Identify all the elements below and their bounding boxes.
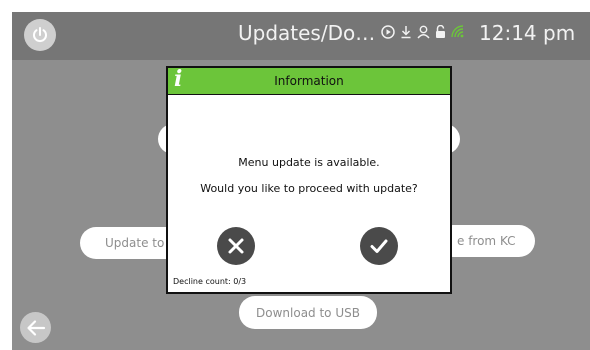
checkmark-icon <box>370 239 388 253</box>
close-icon <box>228 238 244 254</box>
status-icons <box>381 25 465 39</box>
arrow-left-icon <box>26 319 45 336</box>
device-screen: Updates/Do… 12:14 pm Update to e from KC… <box>12 12 590 350</box>
page-title: Updates/Do… <box>238 21 376 45</box>
download-to-usb-button[interactable]: Download to USB <box>239 296 377 329</box>
download-icon <box>400 25 412 39</box>
user-icon <box>417 25 430 39</box>
update-from-kc-label: e from KC <box>457 234 516 248</box>
power-button[interactable] <box>24 19 56 51</box>
dialog-header: i Information <box>168 66 450 95</box>
wifi-icon <box>451 25 465 39</box>
back-button[interactable] <box>20 312 51 343</box>
dialog-message-line2: Would you like to proceed with update? <box>200 182 418 195</box>
decline-button[interactable] <box>217 227 255 265</box>
decline-count: Decline count: 0/3 <box>173 277 247 286</box>
download-to-usb-label: Download to USB <box>256 305 360 320</box>
play-circle-icon <box>381 25 395 39</box>
accept-button[interactable] <box>360 227 398 265</box>
dialog-title: Information <box>274 74 344 88</box>
dialog-message-line1: Menu update is available. <box>238 156 380 169</box>
information-dialog: i Information Menu update is available. … <box>166 66 452 294</box>
top-bar: Updates/Do… 12:14 pm <box>12 12 590 60</box>
power-icon <box>33 27 47 42</box>
clock: 12:14 pm <box>479 21 576 45</box>
update-to-label: Update to <box>105 236 165 250</box>
unlock-icon <box>435 25 446 39</box>
